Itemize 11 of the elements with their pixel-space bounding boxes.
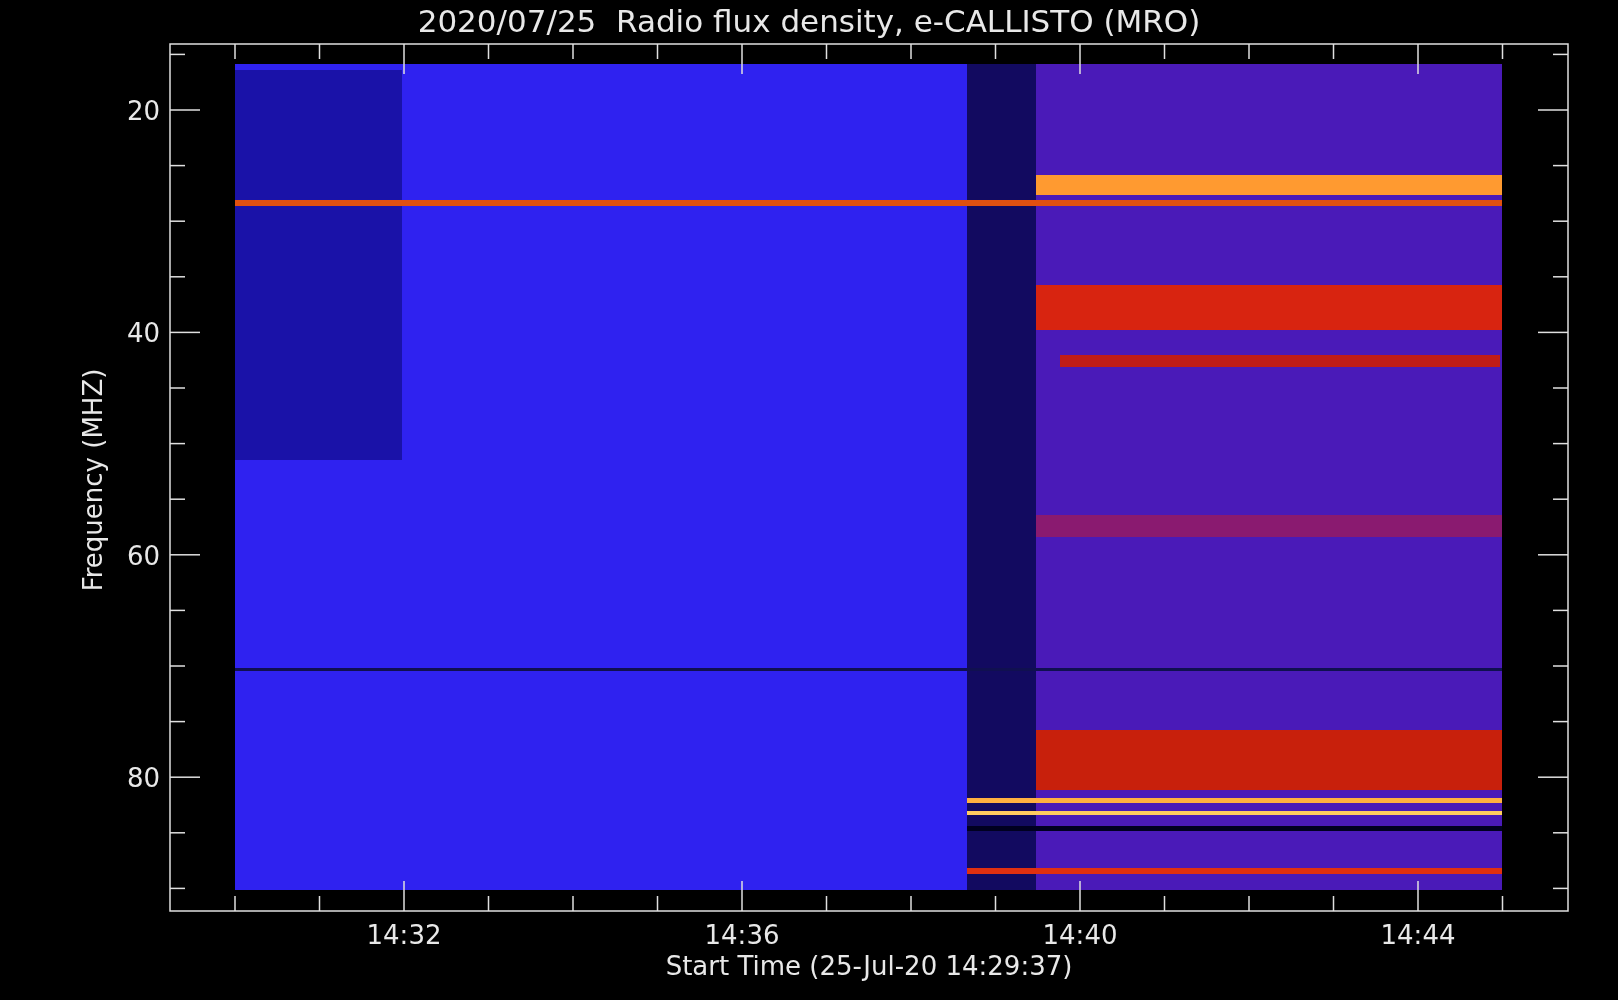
x-tick-label: 14:40 xyxy=(1042,920,1118,950)
y-tick-label: 40 xyxy=(126,318,160,349)
x-tick-label: 14:36 xyxy=(704,920,780,950)
x-tick-label: 14:32 xyxy=(366,920,442,950)
y-axis-label: Frequency (MHZ) xyxy=(78,368,108,592)
y-tick-label: 60 xyxy=(126,540,160,571)
y-tick-label: 20 xyxy=(126,96,160,126)
x-axis-label: Start Time (25-Jul-20 14:29:37) xyxy=(665,951,1073,981)
x-tick-label: 14:44 xyxy=(1380,920,1456,950)
chart-title: 2020/07/25 Radio flux density, e-CALLISTO (MRO) xyxy=(417,3,1201,39)
y-tick-label: 80 xyxy=(126,762,160,793)
